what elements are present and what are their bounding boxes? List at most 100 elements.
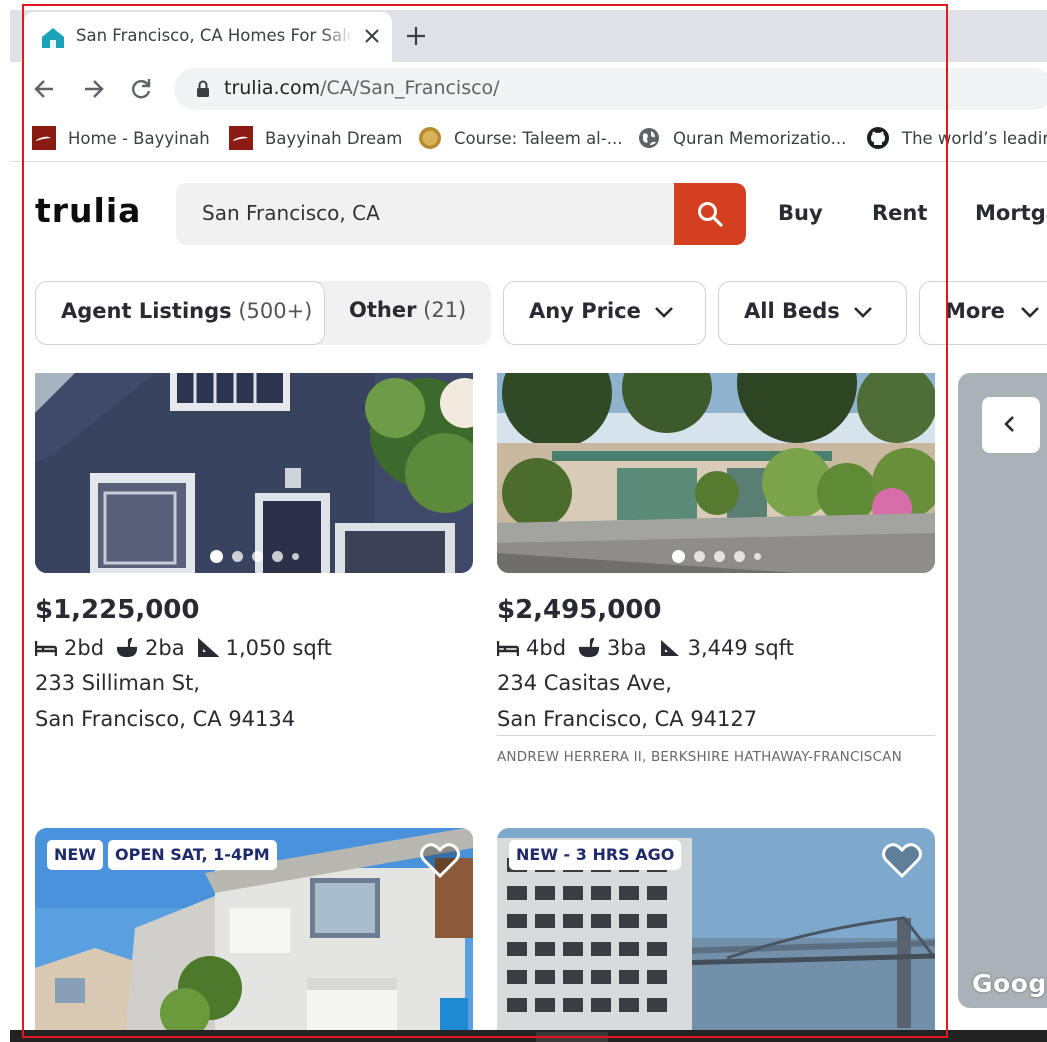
more-filter[interactable]: More bbox=[919, 281, 1047, 345]
new-badge: NEW - 3 HRS AGO bbox=[509, 840, 682, 870]
carousel-dot[interactable] bbox=[209, 550, 223, 563]
nav-buy[interactable]: Buy bbox=[778, 201, 823, 225]
house-photo-image bbox=[497, 373, 935, 573]
other-text: Other bbox=[349, 298, 417, 322]
carousel-dot[interactable] bbox=[231, 551, 243, 562]
url-path: /CA/San_Francisco/ bbox=[320, 77, 500, 99]
open-house-badge: OPEN SAT, 1-4PM bbox=[108, 840, 277, 870]
bookmark-github[interactable]: The world’s leading bbox=[866, 125, 1047, 151]
beds-value: 2bd bbox=[64, 636, 105, 660]
carousel-dot[interactable] bbox=[733, 551, 745, 562]
carousel-dot[interactable] bbox=[671, 550, 685, 563]
bookmark-quran-memorization[interactable]: Quran Memorizatio... bbox=[637, 125, 846, 151]
bookmark-home-bayyinah[interactable]: Home - Bayyinah bbox=[32, 125, 210, 151]
search-button[interactable] bbox=[674, 183, 746, 245]
listing-address-street[interactable]: 233 Silliman St, bbox=[35, 671, 200, 695]
globe-icon bbox=[639, 128, 659, 148]
nav-mortgage[interactable]: Mortgage bbox=[975, 201, 1047, 225]
reload-icon[interactable] bbox=[128, 76, 154, 102]
listing-card[interactable]: $2,495,000 4bd 3ba 3,449 sqft 234 Casita… bbox=[497, 373, 935, 793]
lock-icon[interactable] bbox=[196, 80, 210, 98]
bookmark-label: Bayyinah Dream bbox=[265, 128, 403, 148]
listing-photo[interactable]: NEW OPEN SAT, 1-4PM bbox=[35, 828, 473, 1033]
listing-address-city[interactable]: San Francisco, CA 94134 bbox=[35, 707, 295, 731]
browser-tab[interactable]: San Francisco, CA Homes For Sale bbox=[24, 12, 392, 62]
beds-value: 4bd bbox=[526, 636, 567, 660]
house-photo-image bbox=[35, 373, 473, 573]
photo-carousel-dots[interactable] bbox=[35, 550, 473, 563]
bookmark-bayyinah-dream[interactable]: Bayyinah Dream bbox=[229, 125, 402, 151]
more-filter-label: More bbox=[945, 299, 1005, 323]
baths-value: 2ba bbox=[145, 636, 185, 660]
listing-specs: 4bd 3ba 3,449 sqft bbox=[497, 635, 806, 661]
collapse-map-button[interactable] bbox=[982, 397, 1040, 453]
filter-bar: Agent Listings (500+) Other (21) Any Pri… bbox=[0, 281, 1047, 345]
browser-toolbar: trulia.com/CA/San_Francisco/ bbox=[10, 62, 1047, 116]
listing-photo[interactable]: NEW - 3 HRS AGO bbox=[497, 828, 935, 1033]
back-arrow-icon[interactable] bbox=[32, 76, 58, 102]
agent-listings-tab[interactable]: Agent Listings (500+) bbox=[35, 281, 325, 345]
listing-agent: ANDREW HERRERA II, BERKSHIRE HATHAWAY-FR… bbox=[497, 749, 902, 765]
bottom-scrollbar[interactable] bbox=[10, 1030, 1047, 1042]
bookmark-label: The world’s leading bbox=[902, 128, 1047, 148]
chevron-left-icon bbox=[1004, 416, 1014, 432]
area-icon bbox=[660, 640, 679, 656]
trulia-favicon-icon bbox=[42, 28, 64, 48]
bed-icon bbox=[497, 641, 519, 656]
search-icon bbox=[698, 202, 723, 227]
listing-address-street[interactable]: 234 Casitas Ave, bbox=[497, 671, 672, 695]
carousel-dot[interactable] bbox=[251, 551, 263, 562]
search-input[interactable]: San Francisco, CA bbox=[202, 201, 380, 225]
carousel-dot[interactable] bbox=[693, 551, 705, 562]
trulia-logo[interactable]: trulia bbox=[35, 191, 141, 230]
listing-type-toggle: Agent Listings (500+) Other (21) bbox=[35, 281, 491, 345]
listing-card[interactable]: NEW - 3 HRS AGO bbox=[497, 828, 935, 1033]
close-tab-icon[interactable] bbox=[360, 24, 384, 48]
chevron-down-icon bbox=[854, 307, 872, 318]
chevron-down-icon bbox=[655, 307, 673, 318]
carousel-dot[interactable] bbox=[713, 551, 725, 562]
bayyinah-icon bbox=[229, 126, 253, 150]
listing-photo[interactable] bbox=[35, 373, 473, 573]
new-badge: NEW bbox=[47, 840, 103, 870]
other-tab[interactable]: Other (21) bbox=[349, 298, 466, 322]
other-count: (21) bbox=[423, 298, 467, 322]
location-search[interactable]: San Francisco, CA bbox=[176, 183, 746, 245]
bookmark-course-taleem[interactable]: Course: Taleem al-... bbox=[418, 125, 622, 151]
new-tab-icon[interactable] bbox=[404, 24, 428, 48]
price-filter-label: Any Price bbox=[529, 299, 641, 323]
bookmark-label: Course: Taleem al-... bbox=[454, 128, 623, 148]
chevron-down-icon bbox=[1021, 307, 1039, 318]
listing-card[interactable]: NEW OPEN SAT, 1-4PM bbox=[35, 828, 473, 1033]
agent-listings-count: (500+) bbox=[238, 299, 313, 323]
bed-icon bbox=[35, 641, 57, 656]
map-panel[interactable]: Google bbox=[958, 373, 1047, 1008]
beds-filter[interactable]: All Beds bbox=[718, 281, 907, 345]
bookmarks-bar: Home - Bayyinah Bayyinah Dream Course: T… bbox=[10, 116, 1047, 162]
card-divider bbox=[497, 735, 935, 736]
heart-icon[interactable] bbox=[881, 840, 923, 880]
bayyinah-icon bbox=[32, 126, 56, 150]
bath-icon bbox=[578, 638, 600, 658]
carousel-dot[interactable] bbox=[271, 551, 283, 562]
listing-address-city[interactable]: San Francisco, CA 94127 bbox=[497, 707, 757, 731]
baths-value: 3ba bbox=[607, 636, 647, 660]
photo-carousel-dots[interactable] bbox=[497, 550, 935, 563]
listing-price: $2,495,000 bbox=[497, 595, 662, 625]
carousel-dot[interactable] bbox=[753, 553, 761, 560]
listing-card[interactable]: $1,225,000 2bd 2ba 1,050 sqft 233 Sillim… bbox=[35, 373, 473, 773]
nav-rent[interactable]: Rent bbox=[872, 201, 927, 225]
forward-arrow-icon[interactable] bbox=[80, 76, 106, 102]
listing-photo[interactable] bbox=[497, 373, 935, 573]
heart-icon[interactable] bbox=[419, 840, 461, 880]
url-host: trulia.com bbox=[224, 77, 321, 99]
screenshot-root: { "browser": { "tab_title": "San Francis… bbox=[0, 0, 1047, 1042]
area-icon bbox=[197, 638, 219, 657]
agent-listings-text: Agent Listings bbox=[61, 299, 232, 323]
listing-price: $1,225,000 bbox=[35, 595, 200, 625]
bath-icon bbox=[116, 638, 138, 658]
tab-title: San Francisco, CA Homes For Sale bbox=[76, 26, 354, 45]
carousel-dot[interactable] bbox=[291, 553, 299, 560]
address-bar[interactable]: trulia.com/CA/San_Francisco/ bbox=[174, 68, 1047, 110]
price-filter[interactable]: Any Price bbox=[503, 281, 706, 345]
